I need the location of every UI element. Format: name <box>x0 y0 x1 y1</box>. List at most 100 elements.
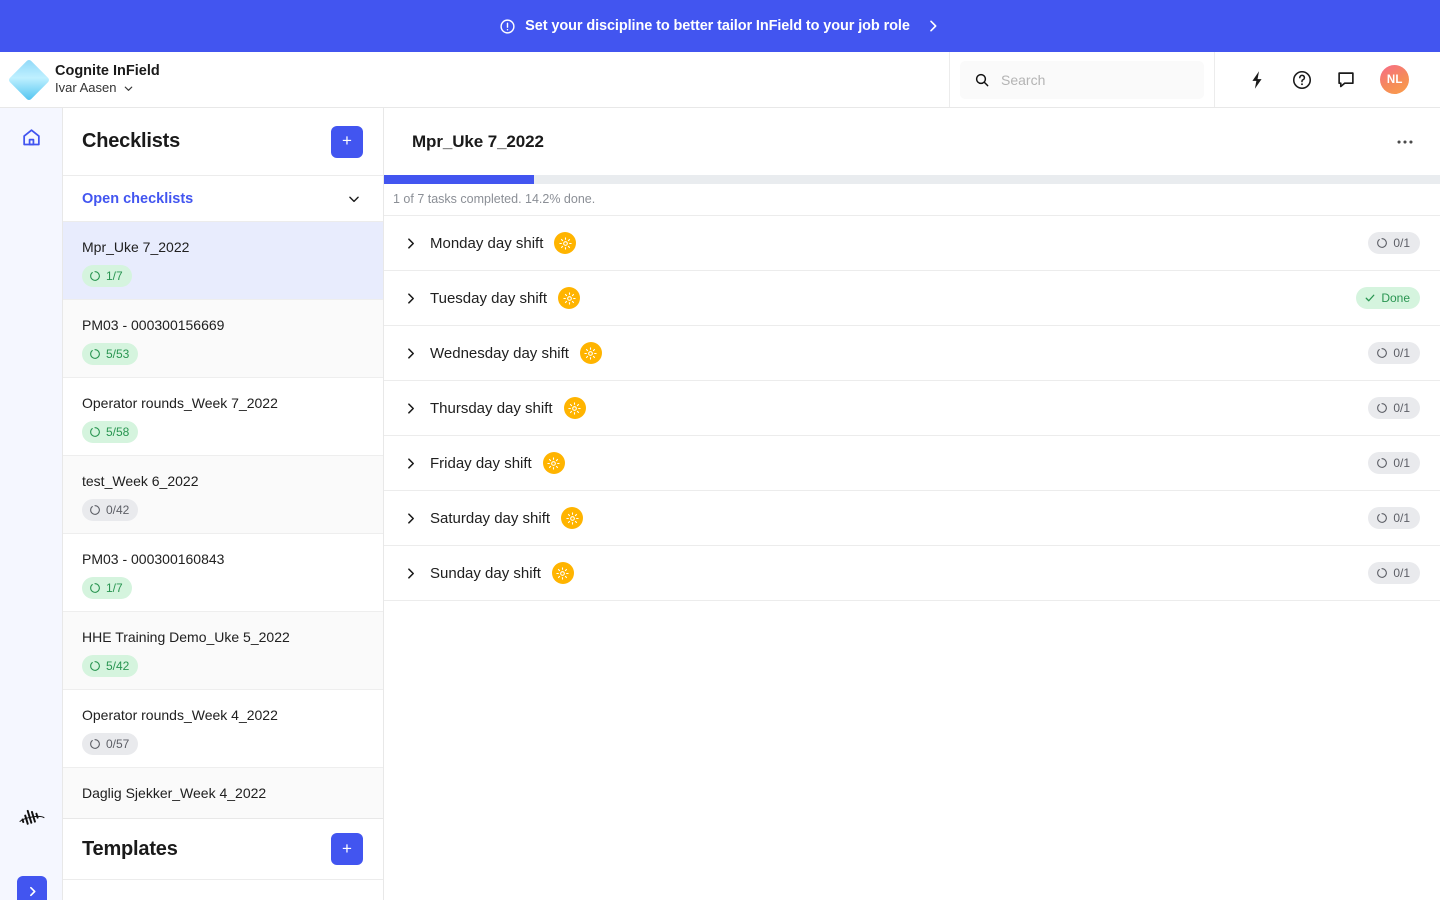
progress-ring-icon <box>1377 458 1388 468</box>
question-circle-icon[interactable] <box>1291 69 1313 91</box>
check-icon <box>1365 294 1375 302</box>
checklist-list-item[interactable]: test_Week 6_2022 0/42 <box>63 456 383 534</box>
checklist-progress-value: 0/57 <box>106 737 130 751</box>
search-box[interactable] <box>960 60 1204 99</box>
chevron-right-icon[interactable] <box>404 237 417 250</box>
day-shift-sun-icon <box>558 287 581 309</box>
task-row[interactable]: Saturday day shift 0/1 <box>384 491 1440 546</box>
checklist-list-item[interactable]: Daglig Sjekker_Week 4_2022 <box>63 768 383 818</box>
progress-bar-fill <box>384 175 534 184</box>
chevron-right-icon[interactable] <box>404 457 417 470</box>
checklist-item-name: HHE Training Demo_Uke 5_2022 <box>82 629 290 645</box>
ellipsis-icon[interactable] <box>1394 131 1416 153</box>
day-shift-sun-icon <box>561 507 584 529</box>
task-status-value: Done <box>1381 291 1410 305</box>
left-rail <box>0 108 63 900</box>
expand-sidebar-button[interactable] <box>17 876 47 900</box>
banner-text: Set your discipline to better tailor InF… <box>525 18 910 34</box>
header-actions: NL <box>1215 52 1440 107</box>
open-checklists-group[interactable]: Open checklists <box>63 176 383 222</box>
checklist-title: Mpr_Uke 7_2022 <box>412 131 544 151</box>
add-checklist-button[interactable]: + <box>331 125 363 158</box>
task-label: Sunday day shift <box>430 564 541 582</box>
task-status-badge: 0/1 <box>1368 342 1420 364</box>
task-label: Thursday day shift <box>430 399 553 417</box>
progress-ring-icon <box>90 661 100 671</box>
chevron-right-icon[interactable] <box>404 347 417 360</box>
sun-icon <box>568 401 581 415</box>
lightning-bolt-icon[interactable] <box>1246 69 1268 91</box>
checklist-progress-badge: 5/53 <box>82 343 139 365</box>
checklist-item-name: Operator rounds_Week 7_2022 <box>82 395 278 411</box>
page-title: Checklists <box>82 130 181 152</box>
discipline-banner[interactable]: Set your discipline to better tailor InF… <box>0 0 1440 52</box>
chevron-right-icon <box>930 20 937 32</box>
sun-icon <box>547 456 560 470</box>
checklist-progress-value: 5/58 <box>106 425 130 439</box>
progress-text: 1 of 7 tasks completed. 14.2% done. <box>384 184 1440 216</box>
checklist-list-item[interactable]: PM03 - 000300160843 1/7 <box>63 534 383 612</box>
home-icon[interactable] <box>21 127 42 148</box>
checklist-list-item[interactable]: PM03 - 000300156669 5/53 <box>63 300 383 378</box>
search-icon <box>975 73 989 86</box>
chevron-right-icon[interactable] <box>404 512 417 525</box>
avatar[interactable]: NL <box>1380 65 1410 94</box>
task-list: Monday day shift 0/1 Tuesday day shift D… <box>384 216 1440 601</box>
task-status-value: 0/1 <box>1393 346 1410 360</box>
chevron-right-icon[interactable] <box>404 567 417 580</box>
checklist-list-item[interactable]: Operator rounds_Week 4_2022 0/57 <box>63 690 383 768</box>
info-circle-icon <box>500 18 515 34</box>
day-shift-sun-icon <box>554 232 577 254</box>
chevron-right-icon[interactable] <box>404 292 417 305</box>
task-label: Saturday day shift <box>430 509 551 527</box>
task-status-value: 0/1 <box>1393 511 1410 525</box>
progress-bar <box>384 175 1440 184</box>
task-status-badge: 0/1 <box>1368 397 1420 419</box>
checklist-list-item[interactable]: HHE Training Demo_Uke 5_2022 5/42 <box>63 612 383 690</box>
brand-texts: Cognite InField Ivar Aasen <box>55 63 160 96</box>
checklist-progress-value: 1/7 <box>106 581 123 595</box>
checklist-list-item[interactable]: Mpr_Uke 7_2022 1/7 <box>63 222 383 300</box>
task-label: Wednesday day shift <box>430 344 569 362</box>
brand-block[interactable]: Cognite InField Ivar Aasen <box>0 52 950 107</box>
progress-ring-icon <box>90 271 100 281</box>
checklist-progress-value: 0/42 <box>106 503 130 517</box>
task-row[interactable]: Monday day shift 0/1 <box>384 216 1440 271</box>
task-row[interactable]: Friday day shift 0/1 <box>384 436 1440 491</box>
checklist-list-item[interactable]: Operator rounds_Week 7_2022 5/58 <box>63 378 383 456</box>
task-row[interactable]: Tuesday day shift Done <box>384 271 1440 326</box>
main-header: Mpr_Uke 7_2022 <box>384 108 1440 175</box>
task-row[interactable]: Sunday day shift 0/1 <box>384 546 1440 601</box>
project-selector[interactable]: Ivar Aasen <box>55 80 160 96</box>
task-status-badge: Done <box>1356 287 1420 309</box>
day-shift-sun-icon <box>551 562 574 584</box>
day-shift-sun-icon <box>579 342 602 364</box>
checklist-progress-value: 5/53 <box>106 347 130 361</box>
templates-list <box>63 880 383 900</box>
templates-title: Templates <box>82 837 178 860</box>
checklist-item-name: Mpr_Uke 7_2022 <box>82 239 190 255</box>
templates-header: Templates + <box>63 818 383 880</box>
search-region <box>950 52 1215 107</box>
chevron-right-icon[interactable] <box>404 402 417 415</box>
task-row[interactable]: Thursday day shift 0/1 <box>384 381 1440 436</box>
cognite-mark-icon <box>19 809 45 825</box>
progress-ring-icon <box>1377 403 1388 413</box>
progress-ring-icon <box>90 349 100 359</box>
cognite-diamond-logo <box>7 58 51 101</box>
task-status-badge: 0/1 <box>1368 562 1420 584</box>
add-template-button[interactable]: + <box>331 833 363 865</box>
progress-ring-icon <box>90 505 100 515</box>
search-input[interactable] <box>1001 71 1190 88</box>
progress-ring-icon <box>1377 513 1388 523</box>
chat-bubble-icon[interactable] <box>1335 69 1357 91</box>
checklist-item-name: PM03 - 000300156669 <box>82 317 225 333</box>
chevron-down-icon[interactable] <box>347 192 361 206</box>
progress-ring-icon <box>90 583 100 593</box>
checklist-list: Mpr_Uke 7_2022 1/7 PM03 - 000300156669 5/… <box>63 222 383 818</box>
checklist-item-name: PM03 - 000300160843 <box>82 551 225 567</box>
checklist-progress-value: 1/7 <box>106 269 123 283</box>
task-label: Tuesday day shift <box>430 289 548 307</box>
task-row[interactable]: Wednesday day shift 0/1 <box>384 326 1440 381</box>
task-status-badge: 0/1 <box>1368 507 1420 529</box>
